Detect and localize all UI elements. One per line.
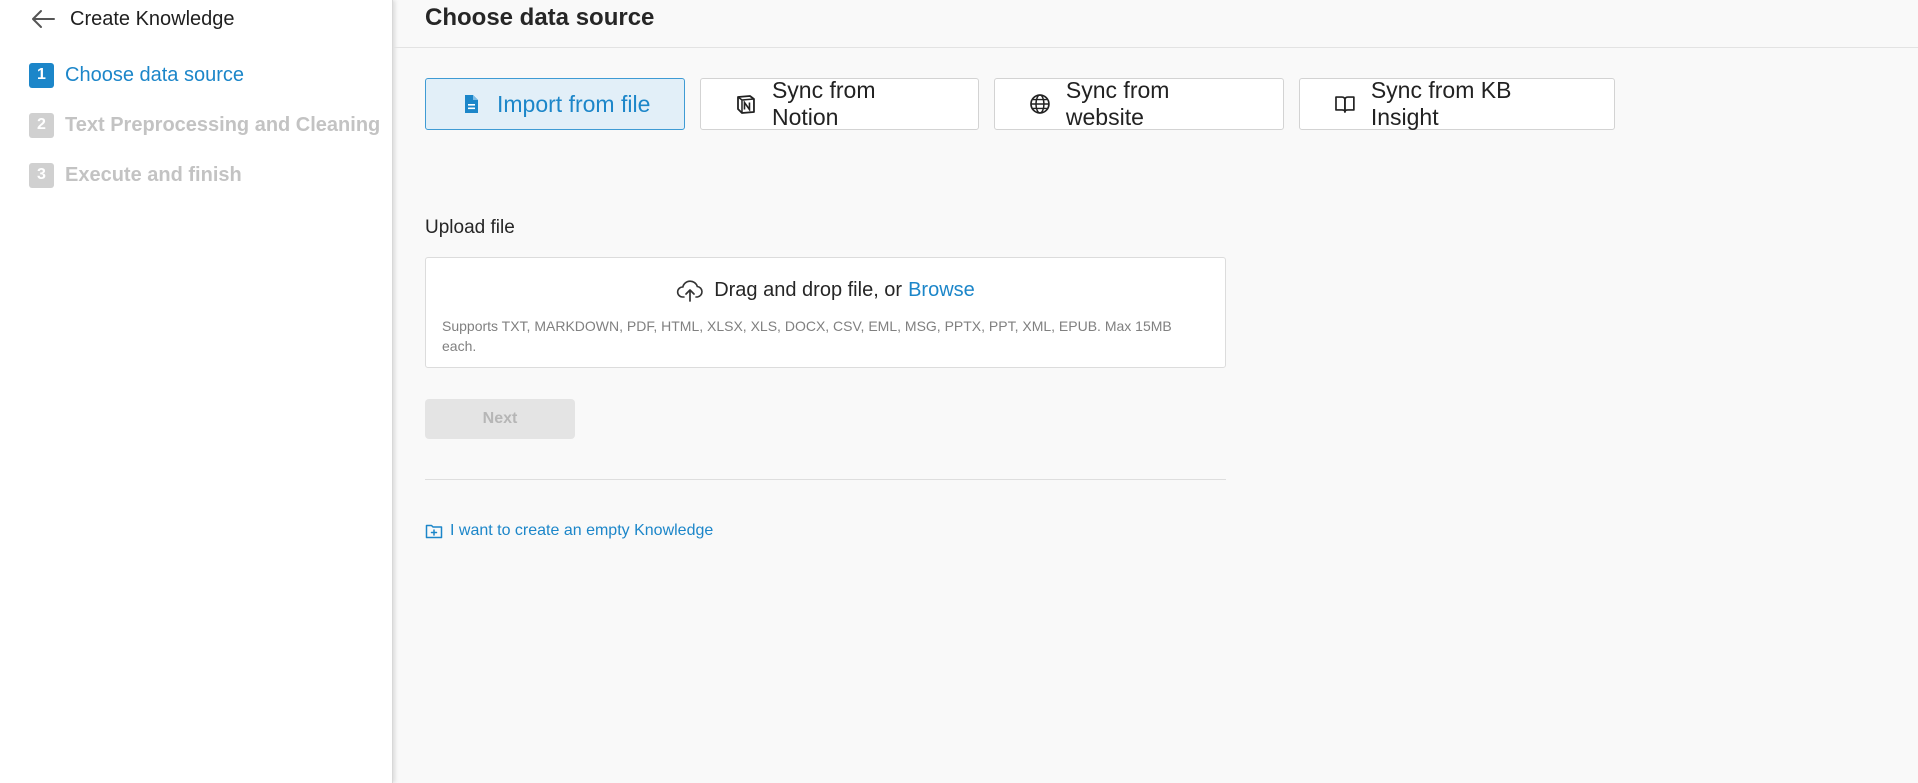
step-number-badge: 3 [29, 162, 54, 188]
next-button[interactable]: Next [425, 399, 575, 439]
notion-icon [737, 95, 755, 114]
file-dropzone[interactable]: Drag and drop file, or Browse Supports T… [425, 257, 1226, 368]
arrow-left-icon [32, 10, 55, 28]
book-icon [1335, 96, 1355, 113]
step-text-preprocessing: 2 Text Preprocessing and Cleaning [29, 110, 380, 140]
source-label: Import from file [497, 90, 651, 117]
step-label: Choose data source [65, 63, 245, 86]
step-choose-data-source[interactable]: 1 Choose data source [29, 60, 380, 90]
create-empty-knowledge-text: I want to create an empty Knowledge [450, 522, 714, 539]
sidebar: Create Knowledge 1 Choose data source 2 … [0, 0, 393, 783]
main-content: Choose data source Import from file Sync… [394, 0, 1918, 783]
step-execute-and-finish: 3 Execute and finish [29, 160, 380, 190]
source-label: Sync from website [1065, 77, 1170, 130]
sync-from-kb-insight-button[interactable]: Sync from KB Insight [1299, 77, 1615, 130]
supported-formats-hint: Supports TXT, MARKDOWN, PDF, HTML, XLSX,… [442, 318, 1172, 354]
data-source-options: Import from file Sync from Notion Sync f… [425, 77, 1615, 130]
step-label: Execute and finish [65, 163, 242, 186]
globe-icon [1030, 94, 1050, 114]
import-from-file-button[interactable]: Import from file [425, 78, 685, 130]
sync-from-notion-button[interactable]: Sync from Notion [700, 77, 979, 130]
step-list: 1 Choose data source 2 Text Preprocessin… [29, 60, 380, 210]
sidebar-title: Create Knowledge [70, 7, 235, 30]
page-title: Choose data source [425, 3, 655, 31]
source-label: Sync from Notion [771, 77, 876, 130]
cloud-upload-icon [677, 280, 703, 302]
step-number-badge: 1 [29, 62, 54, 88]
folder-plus-icon [425, 524, 443, 539]
app: Create Knowledge 1 Choose data source 2 … [0, 0, 1918, 783]
browse-link[interactable]: Browse [908, 279, 975, 302]
file-icon [465, 95, 478, 113]
upload-file-label: Upload file [425, 217, 515, 238]
step-label: Text Preprocessing and Cleaning [65, 113, 381, 136]
divider [425, 479, 1226, 480]
back-button[interactable]: Create Knowledge [30, 4, 235, 34]
source-label: Sync from KB Insight [1370, 77, 1512, 130]
dropzone-prompt: Drag and drop file, or Browse [426, 275, 1225, 305]
drag-drop-text: Drag and drop file, or [714, 278, 903, 301]
create-empty-knowledge-link[interactable]: I want to create an empty Knowledge [425, 522, 713, 540]
page-header: Choose data source [394, 0, 1918, 48]
sync-from-website-button[interactable]: Sync from website [994, 77, 1284, 130]
step-number-badge: 2 [29, 112, 54, 138]
